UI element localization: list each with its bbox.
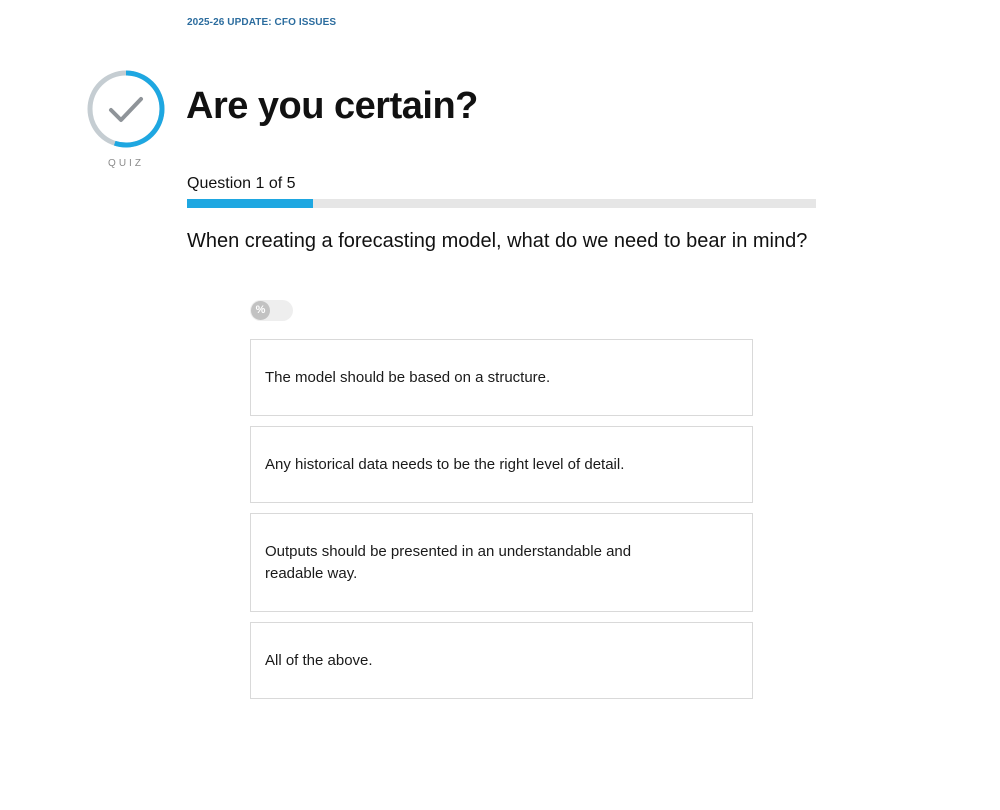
answer-option-text: All of the above. bbox=[265, 651, 373, 669]
quiz-badge bbox=[86, 69, 166, 149]
answer-option-2[interactable]: Any historical data needs to be the righ… bbox=[250, 426, 753, 503]
quiz-progress-ring bbox=[87, 70, 165, 148]
progress-bar bbox=[187, 199, 816, 208]
answer-option-text: Outputs should be presented in an unders… bbox=[265, 542, 632, 582]
checkmark-icon bbox=[109, 97, 143, 122]
quiz-label: QUIZ bbox=[108, 158, 144, 169]
question-text: When creating a forecasting model, what … bbox=[187, 230, 808, 252]
breadcrumb: 2025-26 UPDATE: CFO ISSUES bbox=[187, 17, 337, 28]
answer-option-text: Any historical data needs to be the righ… bbox=[265, 455, 625, 473]
answer-option-text: The model should be based on a structure… bbox=[265, 368, 551, 386]
answer-option-1[interactable]: The model should be based on a structure… bbox=[250, 339, 753, 416]
percentage-toggle[interactable]: % bbox=[250, 300, 293, 321]
progress-bar-fill bbox=[187, 199, 313, 208]
percent-icon: % bbox=[251, 301, 270, 320]
answer-list: The model should be based on a structure… bbox=[250, 339, 753, 709]
question-counter: Question 1 of 5 bbox=[187, 175, 296, 192]
page-title: Are you certain? bbox=[186, 85, 478, 127]
answer-option-3[interactable]: Outputs should be presented in an unders… bbox=[250, 513, 753, 612]
answer-option-4[interactable]: All of the above. bbox=[250, 622, 753, 699]
